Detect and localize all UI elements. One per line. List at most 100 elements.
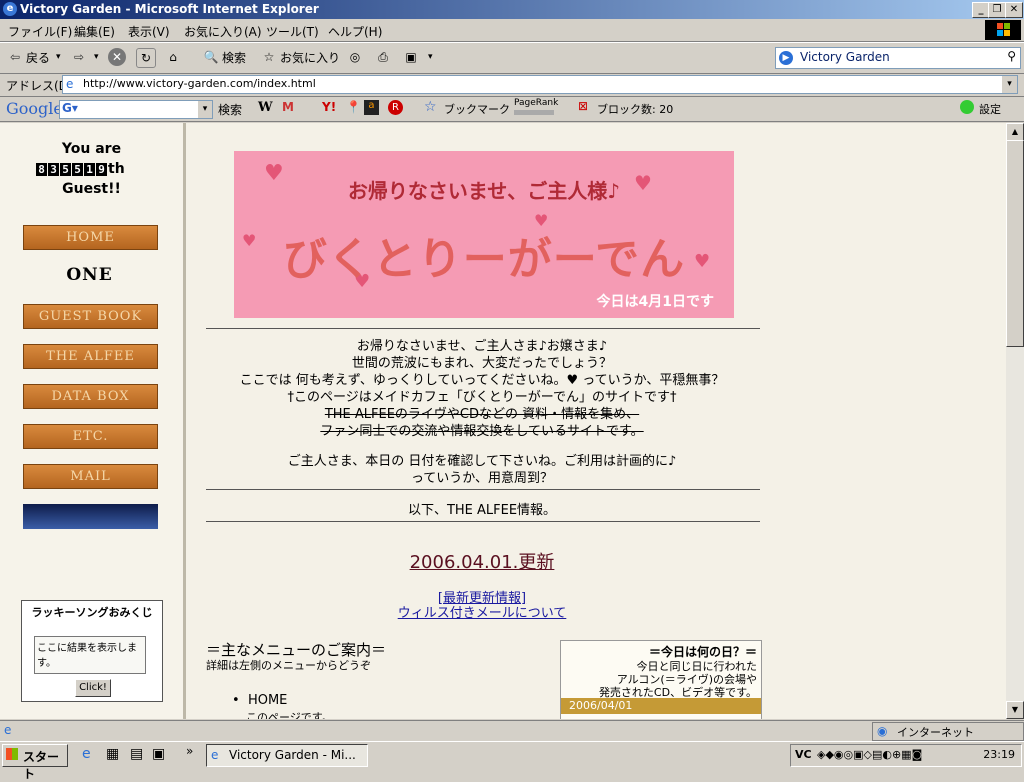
yahoo-icon[interactable]: Y! [322, 100, 336, 114]
wikipedia-icon[interactable]: W [258, 100, 273, 115]
quicklaunch-icon[interactable]: ▤ [130, 746, 143, 762]
nav-mail[interactable]: MAIL [23, 464, 158, 489]
forward-arrow-icon[interactable]: ⇨ [70, 48, 88, 66]
search-box[interactable]: ▶ Victory Garden ⚲ [775, 47, 1021, 69]
edit-icon[interactable]: ▣ [402, 48, 420, 66]
nav-one[interactable]: ONE [23, 264, 156, 287]
banner-title: びくとりーがーでん [282, 234, 686, 285]
google-logo: Google [6, 99, 63, 118]
update-title[interactable]: 2006.04.01.更新 [186, 548, 778, 574]
taskbar: スタート e ▦ ▤ ▣ » e Victory Garden - Mi... … [0, 741, 1024, 781]
search-button[interactable]: 検索 [222, 49, 246, 66]
page-viewport: You are 8 3 5 5 1 9th Guest!! HOME ONE GUEST … [0, 123, 1006, 719]
maps-pin-icon[interactable]: 📍 [346, 100, 361, 114]
task-victory-garden[interactable]: e Victory Garden - Mi... [206, 744, 368, 767]
refresh-icon[interactable]: ↻ [136, 48, 156, 68]
status-bar: e ◉ インターネット [0, 720, 1024, 741]
menu-tools[interactable]: ツール(T) [266, 23, 319, 40]
zone-panel: ◉ インターネット [872, 722, 1024, 741]
nav-home[interactable]: HOME [23, 225, 158, 250]
vertical-scrollbar[interactable]: ▲ ▼ [1006, 123, 1024, 719]
menu-guide-item: • HOME [232, 693, 287, 708]
system-tray: VC ◈◆◉◎▣◇▤◐⊕▦◙ 23:19 [790, 744, 1022, 767]
today-date: 2006/04/01 [569, 699, 633, 712]
address-dropdown-icon[interactable]: ▾ [1002, 76, 1017, 93]
favorites-button[interactable]: お気に入り [280, 49, 340, 66]
visitor-text-guest: Guest!! [62, 181, 121, 197]
back-dropdown-icon[interactable]: ▾ [56, 52, 61, 62]
scroll-down-icon[interactable]: ▼ [1006, 701, 1024, 719]
back-arrow-icon[interactable]: ⇦ [6, 48, 24, 66]
rakuten-icon[interactable]: R [388, 100, 403, 115]
starry-banner-image[interactable] [23, 504, 158, 529]
menu-file[interactable]: ファイル(F) [8, 23, 72, 40]
quicklaunch-icon[interactable]: ▣ [152, 746, 165, 762]
more-chevron-icon[interactable]: » [186, 744, 193, 758]
forward-dropdown-icon[interactable]: ▾ [94, 52, 99, 62]
pagerank-label: PageRank [514, 98, 559, 108]
left-frame: You are 8 3 5 5 1 9th Guest!! HOME ONE GUEST … [0, 123, 186, 719]
search-box-text: Victory Garden [800, 50, 890, 64]
google-search-input[interactable]: G▾ ▾ [59, 100, 213, 119]
amazon-icon[interactable]: a [364, 100, 379, 115]
counter-digit: 5 [60, 163, 71, 176]
favorites-icon[interactable]: ☆ [260, 48, 278, 66]
blocked-count: ブロック数: 20 [597, 103, 674, 116]
edit-dropdown-icon[interactable]: ▾ [428, 52, 433, 62]
today-box: ＝今日は何の日？＝ 今日と同じ日に行われた アルコン(＝ライヴ)の会場や 発売さ… [560, 640, 762, 719]
start-button[interactable]: スタート [2, 744, 68, 781]
menu-view[interactable]: 表示(V) [128, 23, 170, 40]
lucky-song-box: ラッキーソングおみくじ ここに結果を表示します。 Click! [21, 600, 163, 702]
standard-toolbar: ⇦ 戻る ▾ ⇨ ▾ ✕ ↻ ⌂ 🔍 検索 ☆ お気に入り ◎ ⎙ ▣ ▾ ▶ … [0, 42, 1024, 74]
scroll-up-icon[interactable]: ▲ [1006, 123, 1024, 141]
bullet-icon: • [232, 693, 248, 708]
magnifier-icon[interactable]: ⚲ [1007, 49, 1016, 63]
page-icon: e [66, 77, 74, 91]
google-toolbar: Google G▾ ▾ 検索 W M Y! 📍 a R ☆ ブックマーク Pag… [0, 97, 1024, 122]
pagerank-bar [514, 110, 554, 115]
intro-line-struck: ファン同士での交流や情報交換をしているサイトです。 [320, 424, 644, 439]
home-icon[interactable]: ⌂ [164, 48, 182, 66]
counter-digit: 1 [84, 163, 95, 176]
menu-favorites[interactable]: お気に入り(A) [184, 23, 262, 40]
settings-button[interactable]: 設定 [979, 101, 1001, 117]
task-label: Victory Garden - Mi... [229, 748, 356, 762]
nav-the-alfee[interactable]: THE ALFEE [23, 344, 158, 369]
divider [206, 489, 760, 490]
nav-data-box[interactable]: DATA BOX [23, 384, 158, 409]
media-icon[interactable]: ◎ [346, 48, 364, 66]
settings-icon[interactable] [960, 100, 974, 114]
search-icon[interactable]: 🔍 [202, 48, 220, 66]
ie-quicklaunch-icon[interactable]: e [82, 746, 91, 762]
task-ie-icon: e [211, 748, 219, 762]
quicklaunch-icon[interactable]: ▦ [106, 746, 119, 762]
bookmark-button[interactable]: ブックマーク [444, 101, 510, 117]
gmail-icon[interactable]: M [282, 100, 294, 114]
counter-digit: 8 [36, 163, 47, 176]
scroll-thumb[interactable] [1006, 140, 1024, 347]
visitor-text-you-are: You are [61, 141, 122, 157]
tray-icon[interactable]: VC [795, 748, 812, 761]
address-input[interactable]: e http://www.victory-garden.com/index.ht… [62, 75, 1018, 94]
menu-help[interactable]: ヘルプ(H) [328, 23, 382, 40]
back-button[interactable]: 戻る [26, 49, 50, 66]
maximize-button[interactable]: ❐ [988, 2, 1006, 18]
address-bar: アドレス(D) e http://www.victory-garden.com/… [0, 73, 1024, 97]
stop-icon[interactable]: ✕ [108, 48, 126, 66]
nav-guest-book[interactable]: GUEST BOOK [23, 304, 158, 329]
tray-icon[interactable]: ◈◆◉◎▣◇▤◐⊕▦◙ [817, 748, 922, 761]
popup-blocker-icon[interactable]: ⊠ [578, 99, 588, 113]
star-icon[interactable]: ☆ [424, 99, 437, 115]
print-icon[interactable]: ⎙ [374, 48, 392, 66]
close-button[interactable]: ✕ [1005, 2, 1023, 18]
nav-etc[interactable]: ETC. [23, 424, 158, 449]
virus-mail-link[interactable]: ウィルス付きメールについて [186, 602, 778, 621]
start-label: スタート [23, 750, 60, 781]
google-search-button[interactable]: 検索 [218, 101, 242, 118]
counter-digit: 9 [96, 163, 107, 176]
main-frame: ♥ ♥ ♥ ♥ ♥ ♥ お帰りなさいませ、ご主人様♪ びくとりーがーでん 今日は… [186, 123, 1006, 719]
lucky-click-button[interactable]: Click! [75, 679, 111, 697]
alfee-info-text: 以下、THE ALFEE情報。 [407, 503, 557, 518]
menu-edit[interactable]: 編集(E) [74, 23, 115, 40]
google-dropdown-icon[interactable]: ▾ [198, 101, 212, 118]
